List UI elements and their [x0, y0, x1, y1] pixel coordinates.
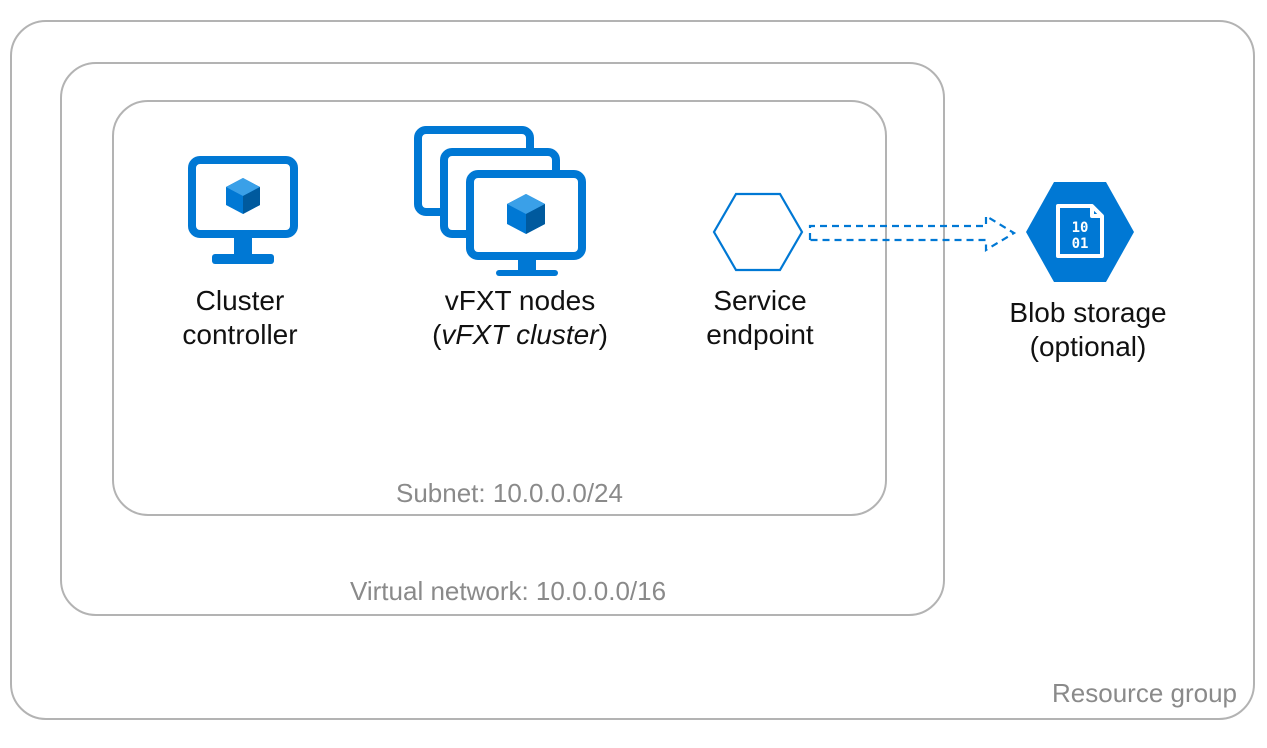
service-endpoint-line1: Service	[713, 285, 806, 316]
blob-storage-label: Blob storage (optional)	[998, 296, 1178, 363]
subnet-label: Subnet: 10.0.0.0/24	[396, 478, 623, 509]
cluster-controller-label-line2: controller	[182, 319, 297, 350]
resource-group-label: Resource group	[1052, 678, 1237, 709]
service-endpoint-line2: endpoint	[706, 319, 813, 350]
blob-storage-line2: (optional)	[1030, 331, 1147, 362]
svg-text:01: 01	[1072, 236, 1089, 252]
cluster-controller-label: Cluster controller	[140, 284, 340, 351]
vnet-label: Virtual network: 10.0.0.0/16	[350, 576, 666, 607]
cluster-controller-icon	[178, 154, 308, 279]
blob-storage-line1: Blob storage	[1009, 297, 1166, 328]
service-endpoint-icon	[710, 190, 806, 279]
svg-text:10: 10	[1072, 220, 1089, 236]
vfxt-nodes-line2-italic: vFXT cluster	[441, 319, 598, 350]
cluster-controller-label-line1: Cluster	[196, 285, 285, 316]
service-endpoint-label: Service endpoint	[670, 284, 850, 351]
connector-arrow	[806, 212, 1020, 263]
blob-storage-icon: 10 01	[1020, 178, 1140, 291]
vfxt-nodes-label: vFXT nodes (vFXT cluster)	[410, 284, 630, 351]
vfxt-nodes-icon	[410, 126, 600, 281]
vfxt-nodes-line2-close: )	[599, 319, 608, 350]
vfxt-nodes-line1: vFXT nodes	[445, 285, 595, 316]
